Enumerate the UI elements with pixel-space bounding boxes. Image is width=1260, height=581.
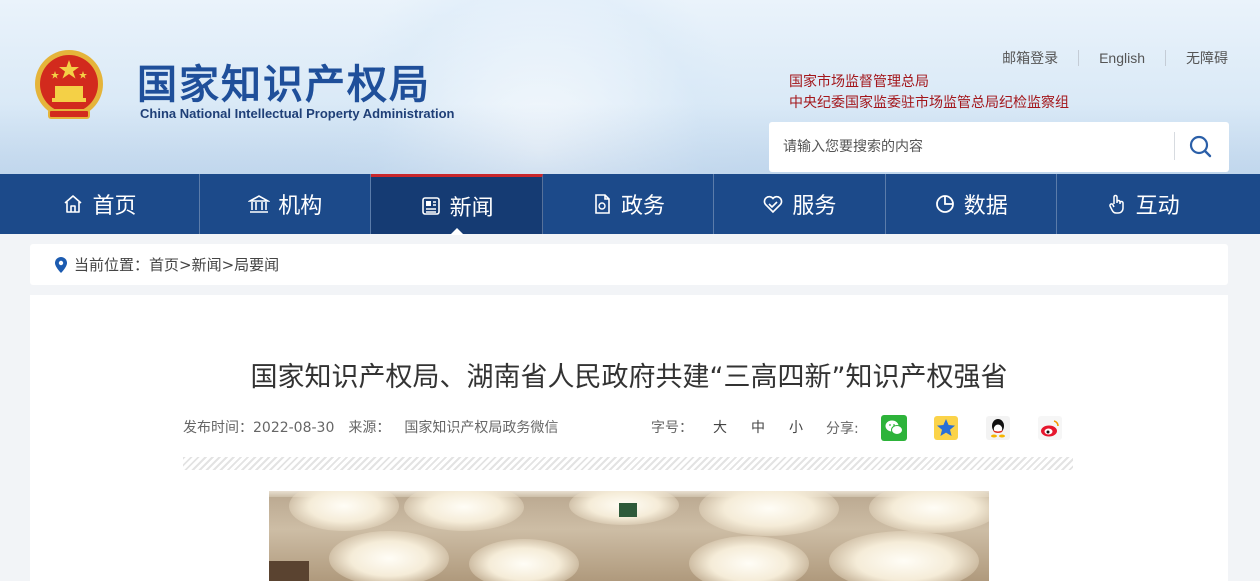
font-size-label: 字号： (651, 420, 693, 436)
service-heart-icon (764, 195, 783, 214)
location-pin-icon (55, 256, 67, 273)
org-links: 国家市场监督管理总局 中央纪委国家监委驻市场监管总局纪检监察组 (789, 72, 1069, 114)
divider (1078, 50, 1080, 66)
font-size-small[interactable]: 小 (789, 417, 803, 437)
article-panel: 国家知识产权局、湖南省人民政府共建“三高四新”知识产权强省 发布时间：2022-… (30, 295, 1228, 581)
mail-login-link[interactable]: 邮箱登录 (1002, 48, 1058, 68)
nav-home[interactable]: 首页 (0, 174, 200, 234)
share-qq-button[interactable] (984, 415, 1011, 441)
breadcrumb: 当前位置：首页>新闻>局要闻 (30, 244, 1228, 285)
news-icon (421, 196, 440, 215)
home-icon (64, 195, 83, 213)
qq-icon (985, 416, 1010, 440)
search-icon (1189, 135, 1212, 158)
search-box (769, 122, 1229, 172)
nav-label: 新闻 (449, 195, 494, 221)
share-qzone-button[interactable] (932, 415, 959, 441)
pie-chart-icon (935, 195, 954, 213)
nav-label: 互动 (1135, 194, 1180, 219)
english-link[interactable]: English (1099, 50, 1145, 66)
share-bar: 分享: (826, 415, 1063, 441)
institution-icon (248, 195, 271, 213)
site-logo-subtitle: China National Intellectual Property Adm… (140, 106, 455, 121)
wechat-icon (885, 420, 903, 435)
nav-label: 首页 (92, 194, 137, 219)
national-emblem-icon (35, 50, 103, 119)
article-photo (269, 491, 989, 581)
publish-date: 发布时间：2022-08-30 (183, 420, 335, 436)
accessibility-link[interactable]: 无障碍 (1186, 48, 1228, 68)
breadcrumb-text[interactable]: 当前位置：首页>新闻>局要闻 (74, 254, 279, 275)
search-button[interactable] (1183, 131, 1219, 163)
main-nav: 首页 机构 新闻 政务 服务 数据 互动 (0, 174, 1260, 235)
qzone-icon (933, 416, 958, 440)
nav-government-affairs[interactable]: 政务 (543, 174, 715, 234)
font-size-control: 字号： 大 中 小 (651, 417, 803, 437)
top-links: 邮箱登录 English 无障碍 (1002, 48, 1228, 68)
source-label: 来源： (348, 420, 391, 436)
nav-data[interactable]: 数据 (886, 174, 1057, 234)
separator-stripe (183, 457, 1073, 470)
nav-label: 数据 (963, 194, 1008, 219)
site-header: 国家知识产权局 China National Intellectual Prop… (0, 0, 1260, 174)
nav-service[interactable]: 服务 (714, 174, 886, 234)
font-size-medium[interactable]: 中 (751, 417, 765, 437)
active-caret (449, 228, 464, 235)
nav-news[interactable]: 新闻 (371, 174, 543, 235)
nav-label: 机构 (278, 194, 323, 219)
share-wechat-button[interactable] (880, 415, 907, 441)
nav-label: 服务 (792, 194, 837, 219)
article-meta: 发布时间：2022-08-30 来源： 国家知识产权局政务微信 (183, 417, 572, 437)
site-logo-title[interactable]: 国家知识产权局 (137, 52, 431, 110)
search-input[interactable] (783, 132, 1163, 162)
weibo-icon (1037, 416, 1062, 440)
search-divider (1174, 132, 1175, 160)
source-value: 国家知识产权局政务微信 (404, 420, 559, 436)
nav-institution[interactable]: 机构 (200, 174, 372, 234)
nav-interaction[interactable]: 互动 (1057, 174, 1228, 234)
samr-link[interactable]: 国家市场监督管理总局 (789, 72, 1069, 93)
nav-label: 政务 (620, 194, 665, 219)
article-title: 国家知识产权局、湖南省人民政府共建“三高四新”知识产权强省 (250, 362, 1008, 393)
share-label: 分享: (826, 421, 859, 437)
hand-pointer-icon (1108, 194, 1124, 214)
font-size-large[interactable]: 大 (713, 417, 727, 437)
discipline-inspection-link[interactable]: 中央纪委国家监委驻市场监管总局纪检监察组 (789, 93, 1069, 114)
divider (1165, 50, 1166, 66)
share-weibo-button[interactable] (1036, 415, 1063, 441)
document-icon (595, 194, 610, 214)
